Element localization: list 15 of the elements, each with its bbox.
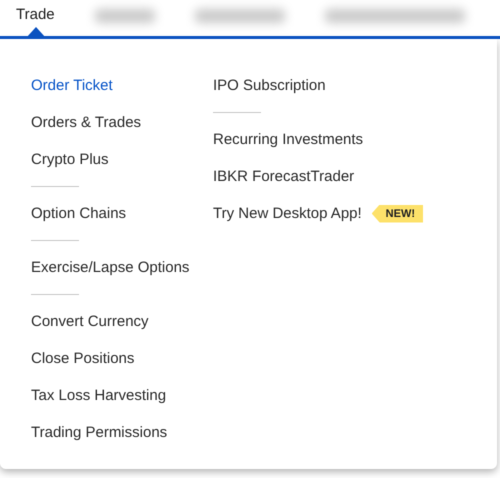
menu-link[interactable]: Trading Permissions — [31, 424, 168, 441]
menu-link[interactable]: IPO Subscription — [213, 77, 326, 94]
menu-link[interactable]: Recurring Investments — [213, 131, 364, 148]
menu-link[interactable]: IBKR ForecastTrader — [213, 168, 354, 185]
menu-link[interactable]: Crypto Plus — [31, 151, 109, 168]
new-badge: NEW! — [372, 204, 423, 222]
menu-link[interactable]: Option Chains — [31, 205, 126, 222]
menu-link[interactable]: Order Ticket — [31, 77, 113, 94]
menu-link[interactable]: Try New Desktop App! — [213, 205, 362, 222]
nav-tab[interactable]: Trade — [16, 0, 55, 23]
menu-link[interactable]: Orders & Trades — [31, 114, 142, 131]
menu-link[interactable]: Exercise/Lapse Options — [31, 259, 190, 276]
menu-link[interactable]: Tax Loss Harvesting — [31, 387, 166, 404]
menu-link[interactable]: Close Positions — [31, 350, 134, 367]
menu-link[interactable]: Convert Currency — [31, 313, 149, 330]
